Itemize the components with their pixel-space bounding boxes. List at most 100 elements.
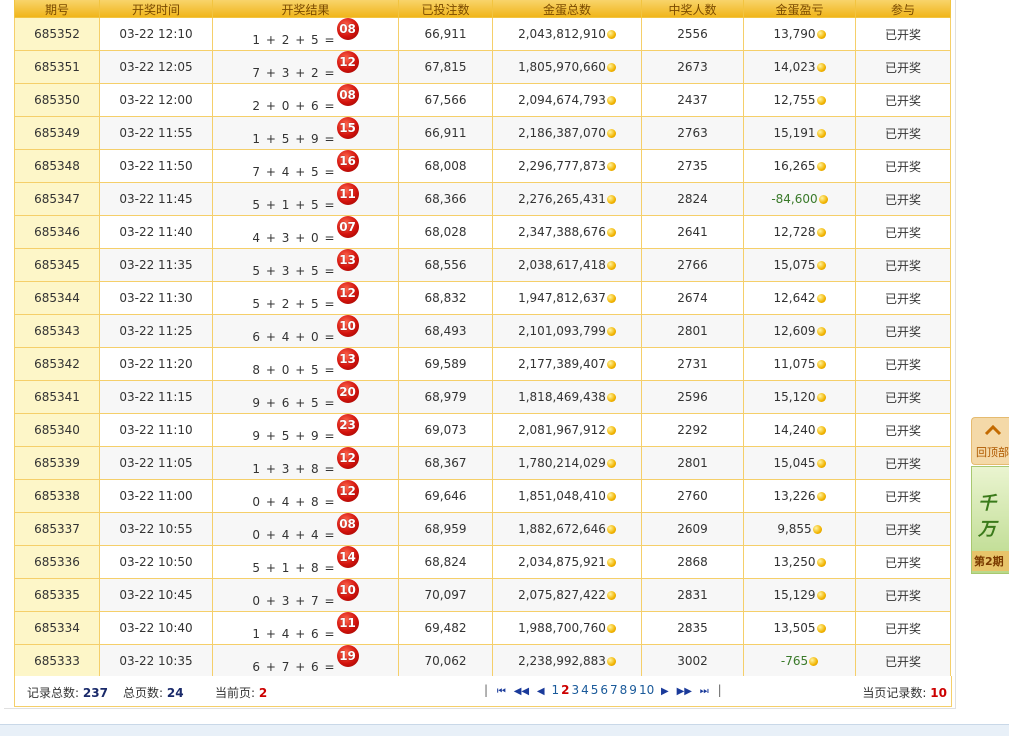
total-cell: 1,851,048,410 — [492, 479, 642, 513]
coin-icon — [816, 558, 826, 567]
status-cell[interactable]: 已开奖 — [855, 479, 951, 513]
total-cell: 2,276,265,431 — [492, 182, 642, 216]
coin-icon — [606, 162, 616, 171]
profit-value: 12,728 — [773, 225, 816, 239]
page-link[interactable]: 7 — [610, 683, 618, 697]
time-cell: 03-22 11:05 — [99, 446, 213, 480]
winners-cell: 2674 — [641, 281, 744, 315]
total-value: 1,988,700,760 — [518, 621, 606, 635]
winners-cell: 2831 — [641, 578, 744, 612]
page-link[interactable]: 10 — [639, 683, 654, 697]
header-result: 开奖结果 — [212, 0, 399, 18]
status-cell[interactable]: 已开奖 — [855, 248, 951, 282]
prev-page-icon[interactable]: ◀ — [537, 686, 545, 697]
page-link[interactable]: 1 — [551, 683, 559, 697]
total-cell: 1,882,672,646 — [492, 512, 642, 546]
page-link[interactable]: 6 — [600, 683, 608, 697]
back-to-top-button[interactable]: 回顶部 — [971, 417, 1009, 465]
table-footer: 记录总数: 237 总页数: 24 当前页: 2 | ⏮ ◀◀ ◀ 123456… — [14, 676, 952, 707]
status-cell[interactable]: 已开奖 — [855, 512, 951, 546]
bets-cell: 68,832 — [398, 281, 493, 315]
profit-value: 16,265 — [773, 159, 816, 173]
result-formula: 6 + 7 + 6 = — [252, 660, 336, 674]
status-cell[interactable]: 已开奖 — [855, 149, 951, 183]
total-value: 2,038,617,418 — [518, 258, 606, 272]
total-value: 2,177,389,407 — [518, 357, 606, 371]
side-ad-banner[interactable]: 千万 第2期 — [971, 466, 1009, 574]
issue-cell: 685346 — [14, 215, 100, 249]
total-value: 2,075,827,422 — [518, 588, 606, 602]
table-row: 685344 03-22 11:30 5 + 2 + 5 =12 68,832 1,94… — [14, 281, 951, 315]
status-cell[interactable]: 已开奖 — [855, 347, 951, 381]
page-link[interactable]: 8 — [620, 683, 628, 697]
bets-cell: 68,028 — [398, 215, 493, 249]
status-cell[interactable]: 已开奖 — [855, 380, 951, 414]
last-page-icon[interactable]: ⏭ — [700, 686, 709, 697]
result-cell: 1 + 2 + 5 =08 — [212, 17, 399, 51]
status-cell[interactable]: 已开奖 — [855, 281, 951, 315]
result-ball-icon: 14 — [336, 546, 359, 568]
status-cell[interactable]: 已开奖 — [855, 314, 951, 348]
status-cell[interactable]: 已开奖 — [855, 182, 951, 216]
total-cell: 2,347,388,676 — [492, 215, 642, 249]
first-page-icon[interactable]: ⏮ — [497, 686, 506, 697]
status-cell[interactable]: 已开奖 — [855, 446, 951, 480]
total-cell: 1,947,812,637 — [492, 281, 642, 315]
page-link[interactable]: 3 — [571, 683, 579, 697]
header-winners: 中奖人数 — [641, 0, 744, 18]
page-link[interactable]: 2 — [561, 683, 569, 697]
status-cell[interactable]: 已开奖 — [855, 50, 951, 84]
issue-cell: 685342 — [14, 347, 100, 381]
coin-icon — [816, 426, 826, 435]
coin-icon — [818, 195, 828, 204]
issue-cell: 685344 — [14, 281, 100, 315]
total-value: 1,780,214,029 — [518, 456, 606, 470]
coin-icon — [606, 657, 616, 666]
total-cell: 2,177,389,407 — [492, 347, 642, 381]
total-value: 1,805,970,660 — [518, 60, 606, 74]
result-ball-icon: 19 — [336, 645, 359, 667]
result-formula: 0 + 4 + 8 = — [252, 495, 336, 509]
status-cell[interactable]: 已开奖 — [855, 545, 951, 579]
page-link[interactable]: 9 — [629, 683, 637, 697]
issue-cell: 685341 — [14, 380, 100, 414]
issue-cell: 685339 — [14, 446, 100, 480]
prev-group-icon[interactable]: ◀◀ — [514, 686, 529, 697]
result-formula: 5 + 1 + 8 = — [252, 561, 336, 575]
issue-cell: 685352 — [14, 17, 100, 51]
result-formula: 1 + 2 + 5 = — [252, 33, 336, 47]
time-cell: 03-22 12:10 — [99, 17, 213, 51]
status-cell[interactable]: 已开奖 — [855, 611, 951, 645]
status-cell[interactable]: 已开奖 — [855, 644, 951, 678]
profit-value: 12,755 — [773, 93, 816, 107]
result-ball-icon: 12 — [336, 282, 359, 304]
page-link[interactable]: 4 — [581, 683, 589, 697]
bets-cell: 69,482 — [398, 611, 493, 645]
status-cell[interactable]: 已开奖 — [855, 83, 951, 117]
issue-cell: 685343 — [14, 314, 100, 348]
result-ball-icon: 15 — [336, 117, 359, 139]
time-cell: 03-22 10:50 — [99, 545, 213, 579]
total-records-stat: 记录总数: 237 — [27, 684, 108, 701]
coin-icon — [606, 459, 616, 468]
issue-cell: 685338 — [14, 479, 100, 513]
coin-icon — [606, 393, 616, 402]
time-cell: 03-22 12:00 — [99, 83, 213, 117]
chevron-up-icon — [984, 424, 1002, 438]
issue-cell: 685337 — [14, 512, 100, 546]
status-cell[interactable]: 已开奖 — [855, 17, 951, 51]
status-cell[interactable]: 已开奖 — [855, 215, 951, 249]
status-cell[interactable]: 已开奖 — [855, 413, 951, 447]
issue-cell: 685336 — [14, 545, 100, 579]
table-header-row: 期号 开奖时间 开奖结果 已投注数 金蛋总数 中奖人数 金蛋盈亏 参与 — [14, 0, 951, 18]
total-value: 1,851,048,410 — [518, 489, 606, 503]
next-page-icon[interactable]: ▶ — [661, 686, 669, 697]
status-cell[interactable]: 已开奖 — [855, 578, 951, 612]
coin-icon — [816, 393, 826, 402]
next-group-icon[interactable]: ▶▶ — [677, 686, 692, 697]
bets-cell: 66,911 — [398, 116, 493, 150]
winners-cell: 2609 — [641, 512, 744, 546]
page-link[interactable]: 5 — [591, 683, 599, 697]
result-formula: 9 + 5 + 9 = — [252, 429, 336, 443]
status-cell[interactable]: 已开奖 — [855, 116, 951, 150]
